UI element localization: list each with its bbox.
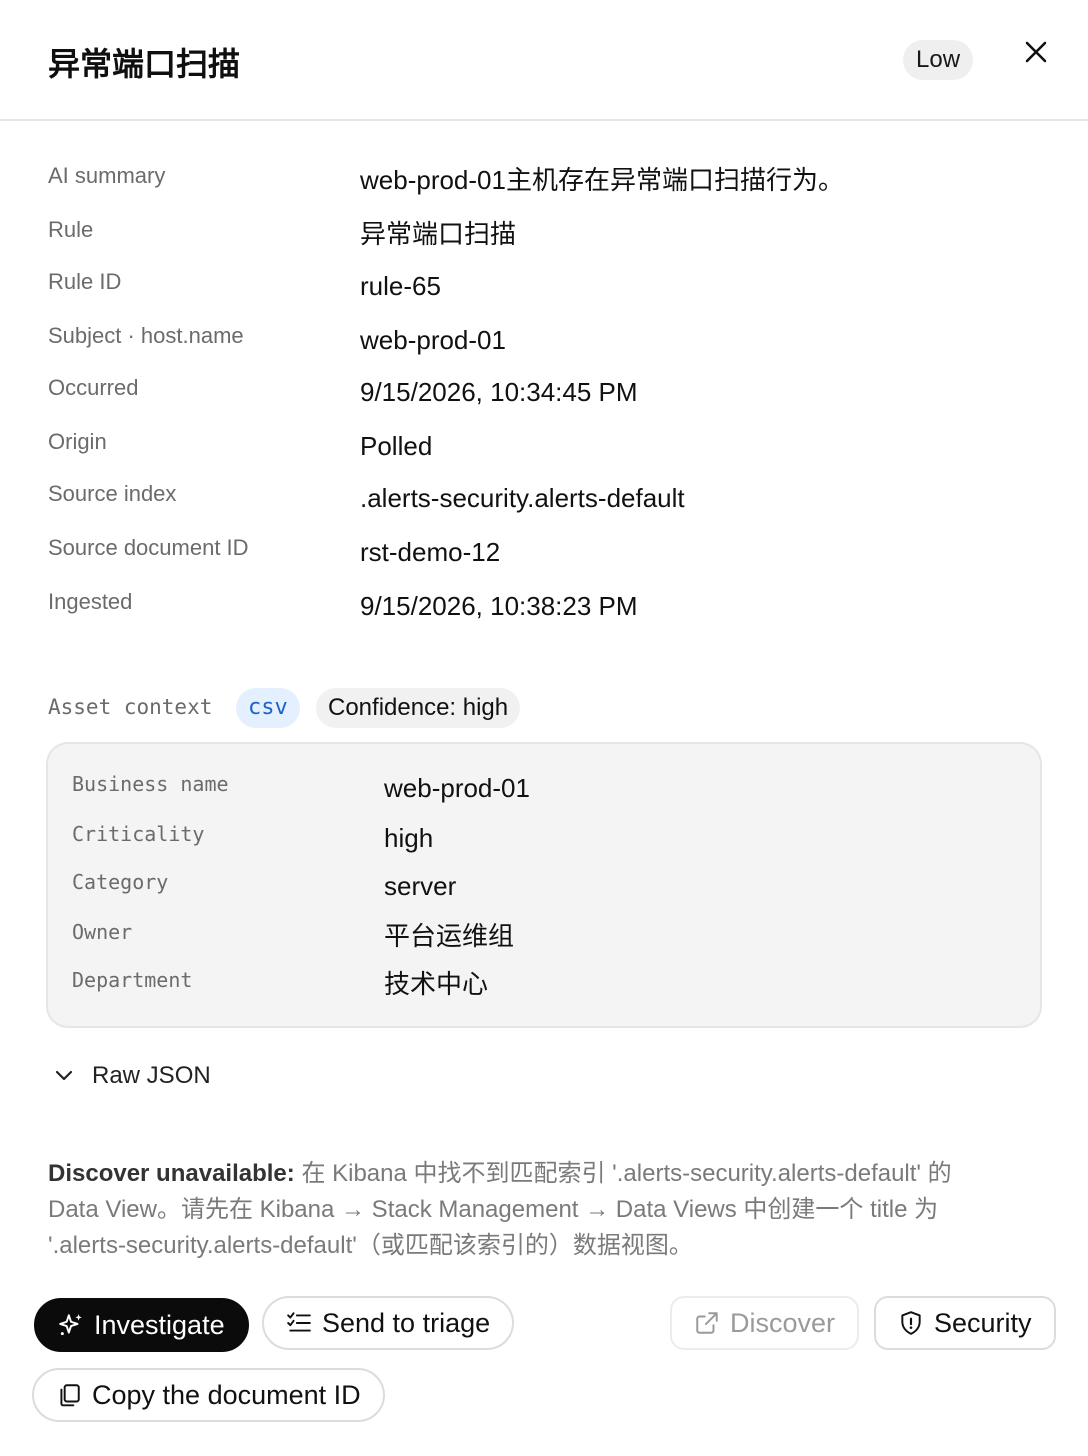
asset-value-business-name: web-prod-01 <box>384 773 530 803</box>
asset-value-category: server <box>384 871 457 901</box>
discover-label: Discover <box>730 1307 836 1338</box>
asset-value-criticality: high <box>384 823 434 853</box>
severity-badge: Low <box>903 40 974 80</box>
field-value-rule-id: rule-65 <box>360 271 441 301</box>
asset-value-department: 技术中心 <box>384 969 489 999</box>
copy-icon <box>60 1384 80 1407</box>
field-value-ai-summary: web-prod-01主机存在异常端口扫描行为。 <box>360 165 844 195</box>
asset-key-owner: Owner <box>72 920 133 944</box>
field-value-origin: Polled <box>360 431 433 461</box>
raw-json-toggle[interactable]: Raw JSON <box>48 1056 211 1096</box>
copy-document-id-label: Copy the document ID <box>92 1379 361 1410</box>
investigate-button[interactable]: Investigate <box>34 1298 249 1352</box>
send-to-triage-button[interactable]: Send to triage <box>262 1296 515 1350</box>
field-label-source-index: Source index <box>48 481 177 506</box>
close-icon <box>1025 41 1047 63</box>
discover-unavailable-notice: Discover unavailable: 在 Kibana 中找不到匹配索引 … <box>48 1156 1008 1264</box>
field-label-origin: Origin <box>48 429 107 454</box>
discover-button[interactable]: Discover <box>670 1296 860 1350</box>
field-label-subject: Subject · host.name <box>48 323 244 348</box>
asset-key-business-name: Business name <box>72 772 229 796</box>
field-label-ai-summary: AI summary <box>48 163 166 188</box>
asset-context-label: Asset context <box>48 695 213 719</box>
raw-json-label: Raw JSON <box>92 1062 211 1089</box>
field-value-rule: 异常端口扫描 <box>360 219 517 249</box>
asset-context-card: Business name web-prod-01 Criticality hi… <box>46 742 1042 1028</box>
field-label-rule: Rule <box>48 217 94 242</box>
field-value-source-doc-id: rst-demo-12 <box>360 537 501 567</box>
checklist-icon <box>287 1312 311 1332</box>
chevron-down-icon <box>55 1070 73 1081</box>
close-button[interactable] <box>1018 34 1054 70</box>
send-to-triage-label: Send to triage <box>322 1307 491 1338</box>
asset-key-criticality: Criticality <box>72 822 205 846</box>
asset-value-owner: 平台运维组 <box>384 921 515 951</box>
notice-prefix: Discover unavailable: <box>48 1160 295 1187</box>
source-pill: csv <box>236 688 300 728</box>
field-value-occurred: 9/15/2026, 10:34:45 PM <box>360 377 638 407</box>
security-label: Security <box>934 1307 1032 1338</box>
field-label-ingested: Ingested <box>48 589 133 614</box>
field-label-occurred: Occurred <box>48 375 139 400</box>
investigate-label: Investigate <box>94 1309 225 1340</box>
panel-header: 异常端口扫描 Low <box>0 0 1088 121</box>
field-label-rule-id: Rule ID <box>48 269 122 294</box>
alert-detail-panel: 异常端口扫描 Low AI summary web-prod-01主机存在异常端… <box>0 0 1088 1456</box>
shield-alert-icon <box>901 1311 921 1335</box>
external-link-icon <box>696 1312 718 1334</box>
field-value-source-index: .alerts-security.alerts-default <box>360 483 685 513</box>
field-value-ingested: 9/15/2026, 10:38:23 PM <box>360 591 638 621</box>
sparkle-icon <box>59 1314 82 1336</box>
copy-document-id-button[interactable]: Copy the document ID <box>32 1368 385 1422</box>
asset-key-category: Category <box>72 870 169 894</box>
asset-key-department: Department <box>72 968 193 992</box>
confidence-pill: Confidence: high <box>316 688 521 728</box>
security-button[interactable]: Security <box>874 1296 1056 1350</box>
field-label-source-doc-id: Source document ID <box>48 535 249 560</box>
field-value-subject: web-prod-01 <box>360 325 506 355</box>
page-title: 异常端口扫描 <box>48 45 241 83</box>
